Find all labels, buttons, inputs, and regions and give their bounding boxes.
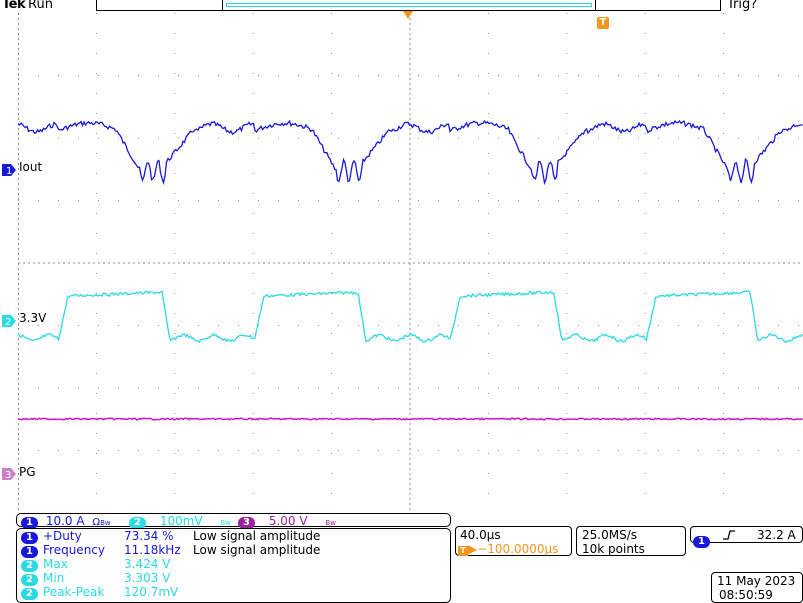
trigger-level-marker[interactable]: T [597,17,609,29]
measurement-value: 120.7mV [124,585,179,599]
ch2-ground-marker[interactable]: 2 [1,313,17,332]
measurement-note: Low signal amplitude [193,529,321,543]
timebase-scale: 40.0µs [460,528,501,542]
measurement-name: Min [43,571,65,585]
trigger-t-icon: T [458,546,468,556]
brand-logo: Tek [2,0,26,12]
ch3-label: PG [19,465,36,479]
ch1-scale[interactable]: 1 10.0 A ΩBw [21,514,111,529]
ch1-marker-num: 1 [6,166,12,177]
measurement-row[interactable]: 2 Peak-Peak 120.7mV [21,585,178,600]
waveform-display[interactable] [18,13,803,513]
record-view-indicator [226,3,592,7]
trigger-level: 32.2 A [757,528,796,542]
ch3-marker-num: 3 [5,470,11,481]
ch3-scale-value: 5.00 V [268,514,308,528]
measurement-ch-badge: 2 [21,588,38,600]
ch2-scale[interactable]: 2 100mV Bw [129,514,231,529]
ch2-label: 3.3V [19,311,47,325]
trigger-source: 1 [693,529,710,548]
measurement-note: Low signal amplitude [193,543,321,557]
rising-edge-icon [723,530,735,540]
measurement-name: Max [43,557,68,571]
measurement-value: 3.303 V [124,571,171,585]
ch1-impedance-icon: Ω [92,517,101,528]
measurement-name: Frequency [43,543,105,557]
measurement-value: 73.34 % [124,529,174,543]
trigger-position-arrow-icon [403,11,413,19]
measurement-value: 11.18kHz [124,543,181,557]
ch1-bw-icon: Bw [100,519,111,527]
ch3-scale[interactable]: 3 5.00 V Bw [238,514,336,529]
ch3-bw-icon: Bw [325,519,336,527]
trigger-delay: T ▶−100.0000µs [458,542,558,556]
sample-rate: 25.0MS/s [582,528,637,542]
measurement-name: Peak-Peak [43,585,105,599]
ch2-bw-icon: Bw [220,519,231,527]
ch1-ground-marker[interactable]: 1 [1,162,17,181]
measurement-name: +Duty [43,529,82,543]
graticule [18,13,803,513]
ch1-scale-value: 10.0 A [45,514,85,528]
ch1-label: Iout [19,160,43,174]
trigger-status: Trig? [727,0,758,12]
measurement-row[interactable]: 2 Max 3.424 V [21,557,170,572]
acquisition-status: Run [28,0,53,12]
measurement-row[interactable]: 1 Frequency 11.18kHz Low signal amplitude [21,543,320,558]
record-length: 10k points [582,542,645,556]
measurement-value: 3.424 V [124,557,171,571]
time: 08:50:59 [719,588,773,602]
measurement-row[interactable]: 1 +Duty 73.34 % Low signal amplitude [21,529,320,544]
measurement-row[interactable]: 2 Min 3.303 V [21,571,170,586]
trigger-ch-badge: 1 [693,536,710,548]
ch2-marker-num: 2 [5,317,11,328]
ch2-scale-value: 100mV [159,514,203,528]
ch3-ground-marker[interactable]: 3 [1,466,17,485]
date: 11 May 2023 [717,574,796,588]
